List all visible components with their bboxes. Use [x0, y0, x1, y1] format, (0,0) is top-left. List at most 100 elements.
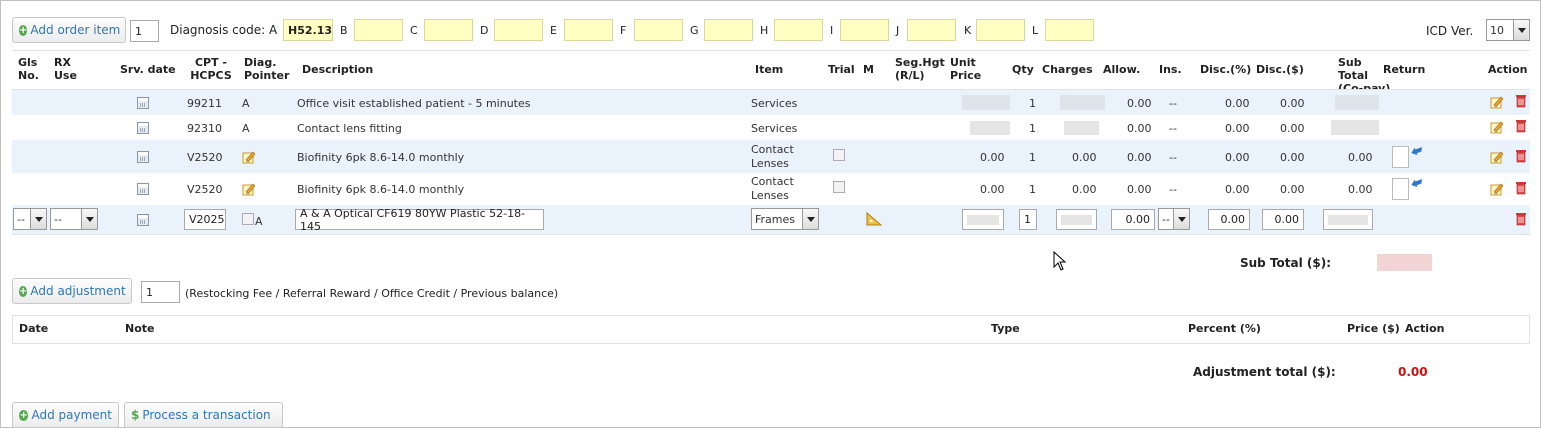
- col-rx-use: RX Use: [54, 56, 77, 82]
- diag-code-a-input[interactable]: H52.13: [283, 19, 333, 41]
- diag-code-l-input[interactable]: [1045, 19, 1094, 41]
- row-description: Biofinity 6pk 8.6-14.0 monthly: [297, 151, 465, 164]
- row-unit-price: 0.00: [980, 151, 1005, 164]
- adj-col-note: Note: [125, 322, 155, 335]
- disc-dollar-input[interactable]: 0.00: [1262, 209, 1304, 230]
- subtotal-input[interactable]: [1323, 209, 1373, 230]
- diag-letter-c: C: [410, 24, 418, 37]
- row-disc-dollar: 0.00: [1280, 122, 1305, 135]
- trash-icon[interactable]: [1515, 149, 1527, 163]
- add-order-item-button[interactable]: + Add order item: [12, 17, 126, 43]
- allow-input[interactable]: 0.00: [1111, 209, 1155, 230]
- chevron-down-icon: [1173, 209, 1189, 229]
- row-charges: 0.00: [1072, 151, 1097, 164]
- redacted-charges: [1060, 95, 1105, 110]
- diag-code-c-input[interactable]: [424, 19, 473, 41]
- diag-letter-b: B: [340, 24, 348, 37]
- diag-code-f-input[interactable]: [634, 19, 683, 41]
- row-allow: 0.00: [1127, 97, 1152, 110]
- diag-code-h-input[interactable]: [774, 19, 823, 41]
- redacted-subtotal: [1331, 120, 1379, 135]
- add-adjustment-button[interactable]: + Add adjustment: [12, 278, 132, 304]
- description-input[interactable]: A & A Optical CF619 80YW Plastic 52-18-1…: [295, 207, 544, 233]
- diag-code-b-input[interactable]: [354, 19, 403, 41]
- charges-input[interactable]: [1056, 209, 1097, 230]
- row-cpt: V2520: [187, 183, 223, 196]
- adj-col-type: Type: [991, 322, 1020, 335]
- chevron-down-icon: [1513, 20, 1529, 40]
- redacted-charges: [1064, 121, 1099, 135]
- col-diag-pointer: Diag. Pointer: [244, 56, 290, 82]
- col-description: Description: [302, 63, 374, 76]
- diag-code-j-input[interactable]: [907, 19, 956, 41]
- diag-code-k-input[interactable]: [976, 19, 1025, 41]
- row-item: Services: [751, 122, 798, 135]
- row-diag-pointer: A: [242, 97, 250, 110]
- gls-no-select[interactable]: --: [13, 208, 47, 230]
- adj-col-percent: Percent (%): [1188, 322, 1261, 335]
- trash-icon[interactable]: [1515, 212, 1527, 226]
- process-transaction-button[interactable]: $ Process a transaction: [124, 402, 283, 428]
- calendar-icon[interactable]: [137, 122, 149, 134]
- pencil-icon[interactable]: [1490, 182, 1504, 196]
- cpt-input[interactable]: V2025: [184, 209, 226, 230]
- diagnosis-code-label: Diagnosis code: A: [170, 23, 278, 37]
- diag-code-e-input[interactable]: [564, 19, 613, 41]
- adj-col-action: Action: [1405, 322, 1445, 335]
- col-qty: Qty: [1012, 63, 1034, 76]
- row-qty: 1: [1029, 183, 1036, 196]
- row-cpt: V2520: [187, 151, 223, 164]
- row-description: Biofinity 6pk 8.6-14.0 monthly: [297, 183, 465, 196]
- edit-diag-pencil-icon[interactable]: [242, 182, 256, 196]
- disc-percent-input[interactable]: 0.00: [1208, 209, 1250, 230]
- icd-version-select[interactable]: 10: [1486, 19, 1530, 41]
- trash-icon[interactable]: [1515, 181, 1527, 195]
- trash-icon[interactable]: [1515, 94, 1527, 108]
- col-trial: Trial: [828, 63, 855, 76]
- order-item-qty-input[interactable]: 1: [130, 20, 159, 42]
- ruler-triangle-icon[interactable]: [866, 212, 882, 226]
- return-checkbox[interactable]: [1392, 178, 1409, 200]
- col-ins: Ins.: [1159, 63, 1182, 76]
- trash-icon[interactable]: [1515, 119, 1527, 133]
- calendar-icon[interactable]: [137, 214, 149, 226]
- adjustment-qty-input[interactable]: 1: [141, 281, 180, 303]
- row-ins: --: [1169, 97, 1177, 110]
- rx-use-select[interactable]: --: [50, 208, 98, 230]
- return-checkbox[interactable]: [1392, 146, 1409, 168]
- adj-col-price: Price ($): [1347, 322, 1400, 335]
- return-arrow-icon[interactable]: [1411, 147, 1424, 157]
- row-qty: 1: [1029, 151, 1036, 164]
- trial-checkbox[interactable]: [833, 149, 845, 161]
- trial-checkbox[interactable]: [833, 181, 845, 193]
- col-action: Action: [1488, 63, 1528, 76]
- return-arrow-icon[interactable]: [1411, 179, 1424, 189]
- calendar-icon[interactable]: [137, 97, 149, 109]
- chevron-down-icon: [30, 209, 46, 229]
- diag-code-g-input[interactable]: [704, 19, 753, 41]
- edit-diag-pencil-icon[interactable]: [242, 150, 256, 164]
- calendar-icon[interactable]: [137, 151, 149, 163]
- adjustment-total-label: Adjustment total ($):: [1193, 365, 1336, 379]
- diag-pointer-checkbox[interactable]: [242, 213, 254, 225]
- col-charges: Charges: [1042, 63, 1093, 76]
- qty-input[interactable]: 1: [1019, 209, 1037, 230]
- diag-letter-j: J: [896, 24, 900, 37]
- diag-code-i-input[interactable]: [840, 19, 889, 41]
- calendar-icon[interactable]: [137, 183, 149, 195]
- pencil-icon[interactable]: [1490, 150, 1504, 164]
- col-m: M: [863, 63, 874, 76]
- pencil-icon[interactable]: [1490, 120, 1504, 134]
- diag-code-d-input[interactable]: [494, 19, 543, 41]
- adjustment-total-value: 0.00: [1398, 365, 1428, 379]
- pencil-icon[interactable]: [1490, 95, 1504, 109]
- unit-price-input[interactable]: [962, 209, 1004, 230]
- row-description: Office visit established patient - 5 min…: [297, 97, 531, 110]
- add-payment-button[interactable]: + Add payment: [12, 402, 119, 428]
- item-type-select[interactable]: Frames: [751, 208, 819, 230]
- col-allow: Allow.: [1103, 63, 1141, 76]
- row-sub-total: 0.00: [1348, 151, 1373, 164]
- ins-select[interactable]: --: [1158, 208, 1190, 230]
- adj-col-date: Date: [19, 322, 49, 335]
- mouse-cursor-icon: [1053, 251, 1067, 271]
